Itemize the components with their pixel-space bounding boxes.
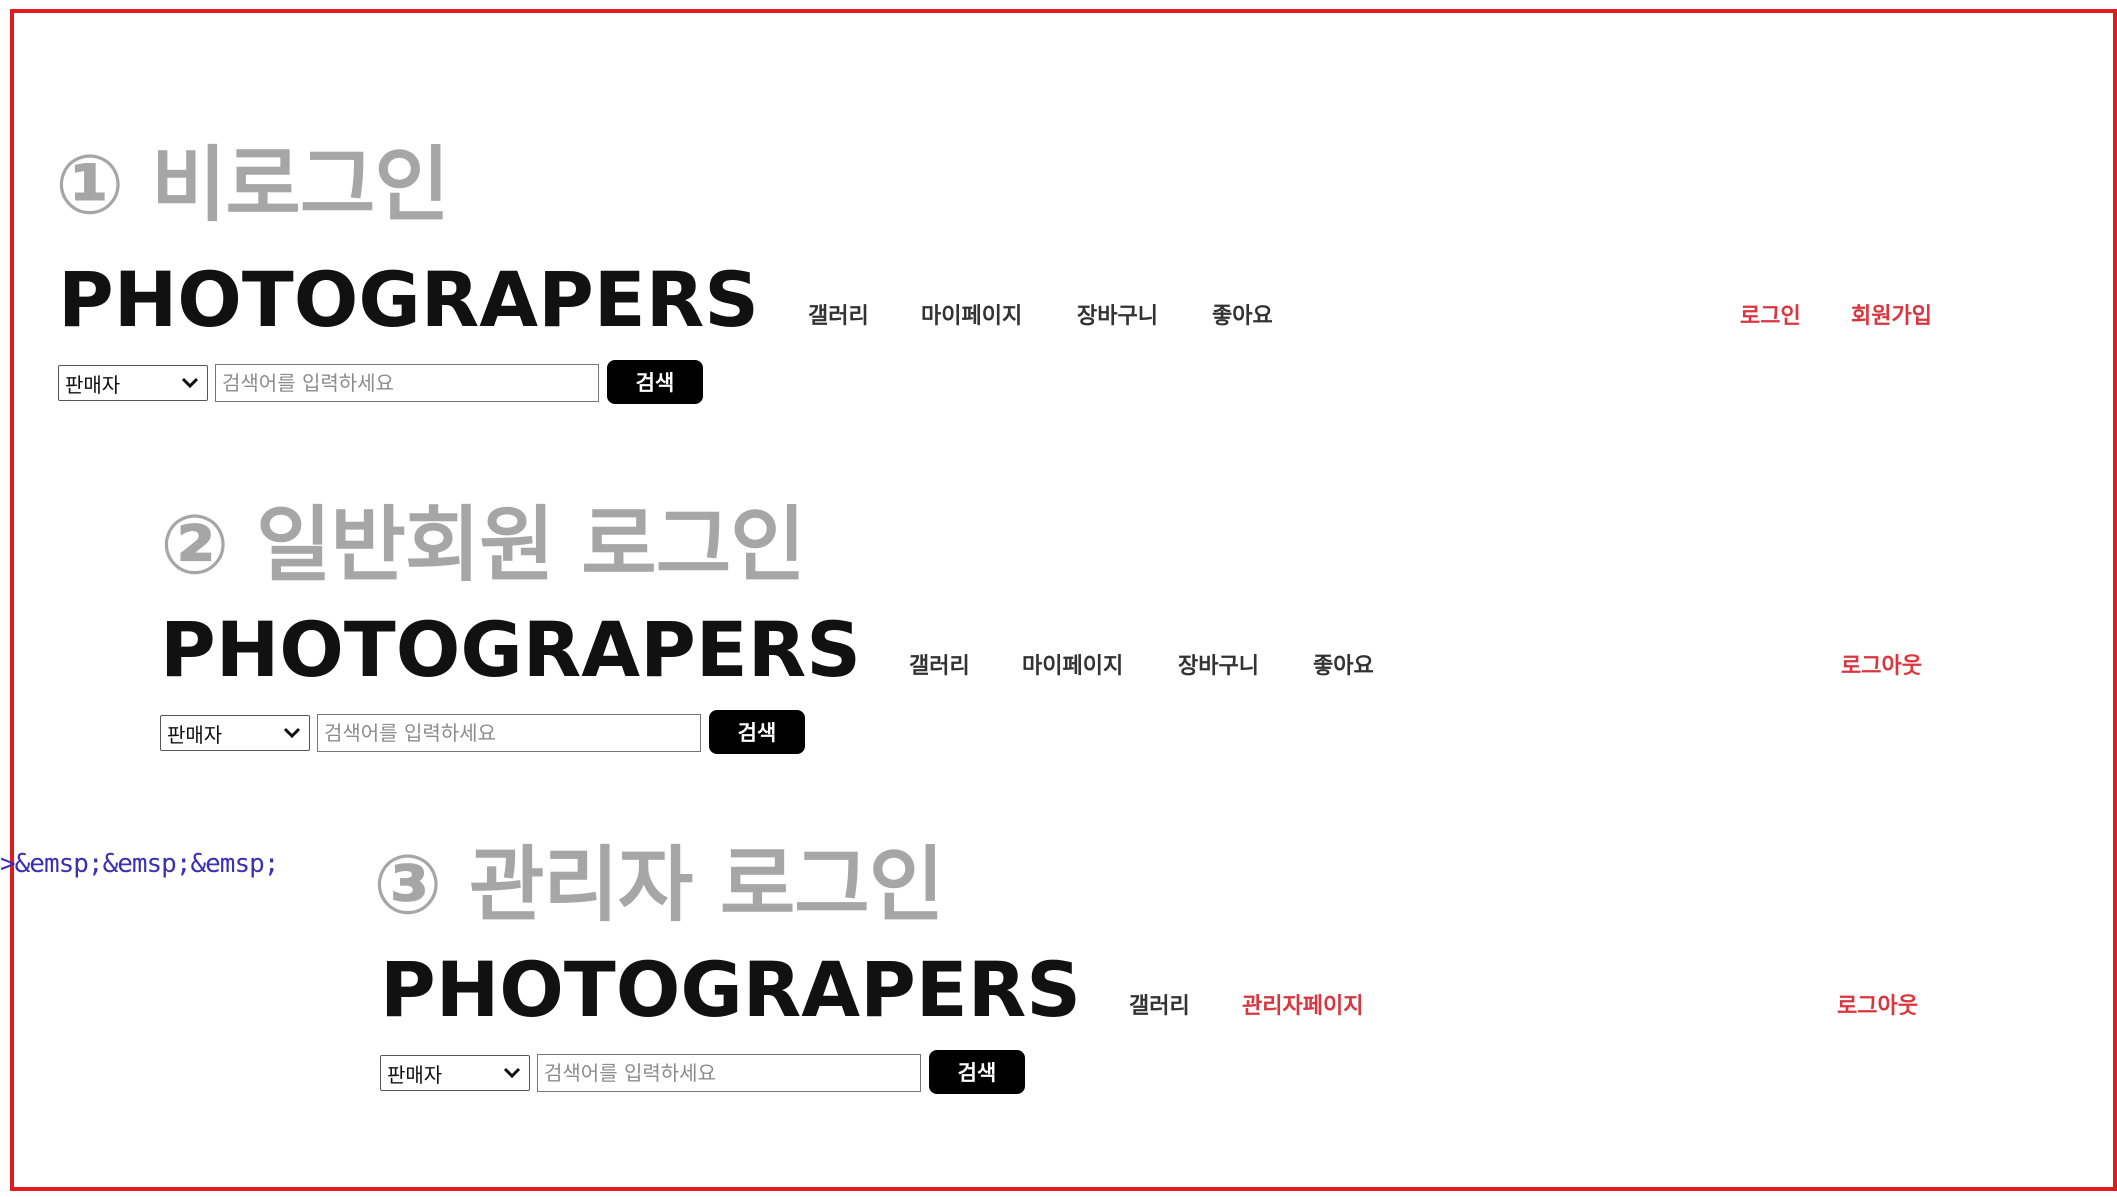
nav-mypage[interactable]: 마이페이지: [921, 306, 1022, 328]
site-logo[interactable]: PHOTOGRAPERS: [160, 612, 861, 688]
signup-link[interactable]: 회원가입: [1851, 306, 1932, 328]
nav-gallery[interactable]: 갤러리: [909, 656, 970, 678]
chevron-down-icon: [501, 1062, 523, 1084]
nav-gallery[interactable]: 갤러리: [1129, 996, 1190, 1018]
search-category-select[interactable]: 판매자: [160, 715, 310, 751]
site-logo[interactable]: PHOTOGRAPERS: [58, 262, 759, 338]
nav-likes[interactable]: 좋아요: [1212, 306, 1273, 328]
search-input[interactable]: [537, 1054, 921, 1092]
select-value: 판매자: [167, 722, 223, 747]
nav-gallery[interactable]: 갤러리: [808, 306, 869, 328]
select-value: 판매자: [387, 1062, 443, 1087]
section-title: ② 일반회원 로그인: [160, 498, 806, 593]
nav-mypage[interactable]: 마이페이지: [1022, 656, 1123, 678]
search-category-select[interactable]: 판매자: [58, 365, 208, 401]
section-title: ③ 관리자 로그인: [373, 838, 944, 933]
nav-admin-page[interactable]: 관리자페이지: [1242, 996, 1363, 1018]
site-logo[interactable]: PHOTOGRAPERS: [380, 952, 1081, 1028]
nav-cart[interactable]: 장바구니: [1077, 306, 1158, 328]
chevron-down-icon: [179, 372, 201, 394]
search-input[interactable]: [215, 364, 599, 402]
code-fragment: >&emsp;&emsp;&emsp;: [0, 849, 279, 879]
logout-link[interactable]: 로그아웃: [1837, 996, 1918, 1018]
search-button[interactable]: 검색: [709, 710, 805, 754]
login-link[interactable]: 로그인: [1740, 306, 1801, 328]
section-title: ① 비로그인: [55, 138, 450, 233]
nav-cart[interactable]: 장바구니: [1178, 656, 1259, 678]
nav-likes[interactable]: 좋아요: [1313, 656, 1374, 678]
chevron-down-icon: [281, 722, 303, 744]
search-button[interactable]: 검색: [607, 360, 703, 404]
search-category-select[interactable]: 판매자: [380, 1055, 530, 1091]
select-value: 판매자: [65, 372, 121, 397]
logout-link[interactable]: 로그아웃: [1841, 656, 1922, 678]
search-button[interactable]: 검색: [929, 1050, 1025, 1094]
search-input[interactable]: [317, 714, 701, 752]
